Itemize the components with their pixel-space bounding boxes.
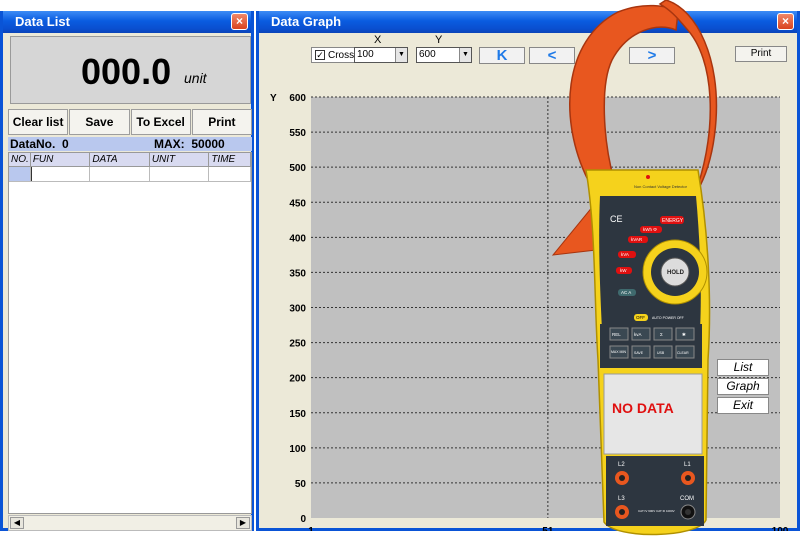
checkbox-icon[interactable]: ✓ xyxy=(315,50,325,60)
y-tick-label: 150 xyxy=(289,409,306,420)
maxmin-key-label: MAX MIN xyxy=(611,350,626,354)
exit-button[interactable]: Exit xyxy=(717,397,769,414)
display-value: 000.0 xyxy=(81,51,172,92)
data-info-row: DataNo. 0 MAX: 50000 xyxy=(8,137,252,151)
ncv-label: Non Contact Voltage Detector xyxy=(634,184,688,189)
table-cell[interactable] xyxy=(30,167,91,181)
mode-kvar-label: kVAR xyxy=(631,237,643,242)
col-fun[interactable]: FUN xyxy=(31,153,91,166)
data-graph-title: Data Graph xyxy=(271,14,342,29)
mode-kw-label: kW xyxy=(620,268,627,273)
jack-l1-label: L1 xyxy=(684,462,691,468)
y-tick-label: 100 xyxy=(289,444,306,455)
data-no-value: 0 xyxy=(62,137,69,151)
y-tick-label: 0 xyxy=(300,514,306,525)
data-list-window: Data List × 000.0 unit Clear list Save T… xyxy=(0,11,254,531)
y-tick-label: 50 xyxy=(295,479,307,490)
cat-rating: CAT IV 600V CAT III 1000V xyxy=(638,509,675,513)
y-axis-title: Y xyxy=(270,93,277,104)
y-tick-label: 400 xyxy=(289,233,306,244)
col-time[interactable]: TIME xyxy=(209,153,251,166)
table-cell[interactable] xyxy=(90,167,150,181)
mode-kva-label: kVA xyxy=(621,252,629,257)
sigma-key-label: Σ xyxy=(660,332,663,337)
chevron-down-icon[interactable]: ▼ xyxy=(459,48,471,62)
x-scale-value: 100 xyxy=(357,49,374,60)
y-tick-label: 250 xyxy=(289,339,306,350)
x-scale-label: X xyxy=(374,34,382,46)
row-selector[interactable] xyxy=(9,167,31,181)
auto-off-label: AUTO POWER OFF xyxy=(652,316,684,320)
x-scale-select[interactable]: 100 ▼ xyxy=(354,47,408,63)
x-tick-label: 1 xyxy=(308,526,314,531)
ncv-led-icon xyxy=(646,175,650,179)
list-button[interactable]: List xyxy=(717,359,769,376)
y-tick-label: 550 xyxy=(289,128,306,139)
data-graph-close-button[interactable]: × xyxy=(777,13,794,30)
y-tick-label: 350 xyxy=(289,268,306,279)
data-no-label: DataNo. xyxy=(10,137,56,151)
cross-label: Cross xyxy=(328,49,355,61)
value-display: 000.0 unit xyxy=(10,36,251,104)
scroll-right-icon[interactable]: ▶ xyxy=(236,517,250,529)
data-list-titlebar[interactable]: Data List × xyxy=(3,11,251,33)
data-list-body: 000.0 unit Clear list Save To Excel Prin… xyxy=(6,33,252,531)
max-count: MAX: 50000 xyxy=(154,137,225,151)
first-page-button[interactable]: K xyxy=(479,47,525,64)
x-tick-label: 100 xyxy=(772,526,789,531)
clamp-jaw-left xyxy=(569,4,679,181)
no-data-text: NO DATA xyxy=(612,400,674,416)
mode-aca-label: AC A xyxy=(621,290,631,295)
scroll-left-icon[interactable]: ◀ xyxy=(10,517,24,529)
data-list-close-button[interactable]: × xyxy=(231,13,248,30)
table-row[interactable] xyxy=(9,167,251,182)
rel-key-label: REL xyxy=(612,332,621,337)
horizontal-scrollbar[interactable]: ◀ ▶ xyxy=(8,515,252,531)
hold-label: HOLD xyxy=(667,270,685,276)
energy-label: ENERGY xyxy=(662,218,684,224)
kva-key-label: kvA xyxy=(634,332,642,337)
save-key-label: SAVE xyxy=(634,351,644,355)
y-tick-label: 600 xyxy=(289,93,306,104)
chevron-down-icon[interactable]: ▼ xyxy=(395,48,407,62)
y-scale-value: 600 xyxy=(419,49,436,60)
y-tick-label: 450 xyxy=(289,198,306,209)
col-data[interactable]: DATA xyxy=(90,153,150,166)
to-excel-button[interactable]: To Excel xyxy=(130,109,191,135)
ce-mark: CE xyxy=(610,214,623,224)
clamp-meter-image: Non Contact Voltage Detector CE ENERGY k… xyxy=(551,0,718,536)
clear-list-button[interactable]: Clear list xyxy=(8,109,69,135)
max-label: MAX: xyxy=(154,137,185,151)
print-graph-button[interactable]: Print xyxy=(735,46,787,62)
jack-com-label: COM xyxy=(680,496,694,502)
data-table[interactable]: NO. FUN DATA UNIT TIME xyxy=(8,152,252,514)
backlight-key-label: ✱ xyxy=(682,332,686,337)
display-unit: unit xyxy=(184,70,207,86)
data-list-title: Data List xyxy=(15,14,70,29)
jack-l2-label: L2 xyxy=(618,462,625,468)
jack-l3-label: L3 xyxy=(618,496,625,502)
data-list-toolbar: Clear list Save To Excel Print xyxy=(8,109,252,135)
y-scale-select[interactable]: 600 ▼ xyxy=(416,47,472,63)
off-label: OFF xyxy=(636,315,645,320)
usb-key-label: USB xyxy=(657,351,665,355)
table-header: NO. FUN DATA UNIT TIME xyxy=(9,153,251,167)
y-tick-label: 300 xyxy=(289,304,306,315)
col-unit[interactable]: UNIT xyxy=(150,153,210,166)
max-value: 50000 xyxy=(191,137,225,151)
y-tick-label: 500 xyxy=(289,163,306,174)
y-tick-label: 200 xyxy=(289,374,306,385)
sigma-key xyxy=(653,327,673,341)
y-scale-label: Y xyxy=(435,34,443,46)
cross-checkbox[interactable]: ✓ Cross xyxy=(311,47,359,63)
table-cell[interactable] xyxy=(209,167,251,181)
save-button[interactable]: Save xyxy=(69,109,130,135)
graph-button[interactable]: Graph xyxy=(717,378,769,395)
print-list-button[interactable]: Print xyxy=(191,109,252,135)
table-cell[interactable] xyxy=(150,167,210,181)
mode-kwh-label: kWh Φ xyxy=(643,227,657,232)
data-no: DataNo. 0 xyxy=(10,137,69,151)
col-no[interactable]: NO. xyxy=(9,153,31,166)
clear-key-label: CLEAR xyxy=(677,351,689,355)
